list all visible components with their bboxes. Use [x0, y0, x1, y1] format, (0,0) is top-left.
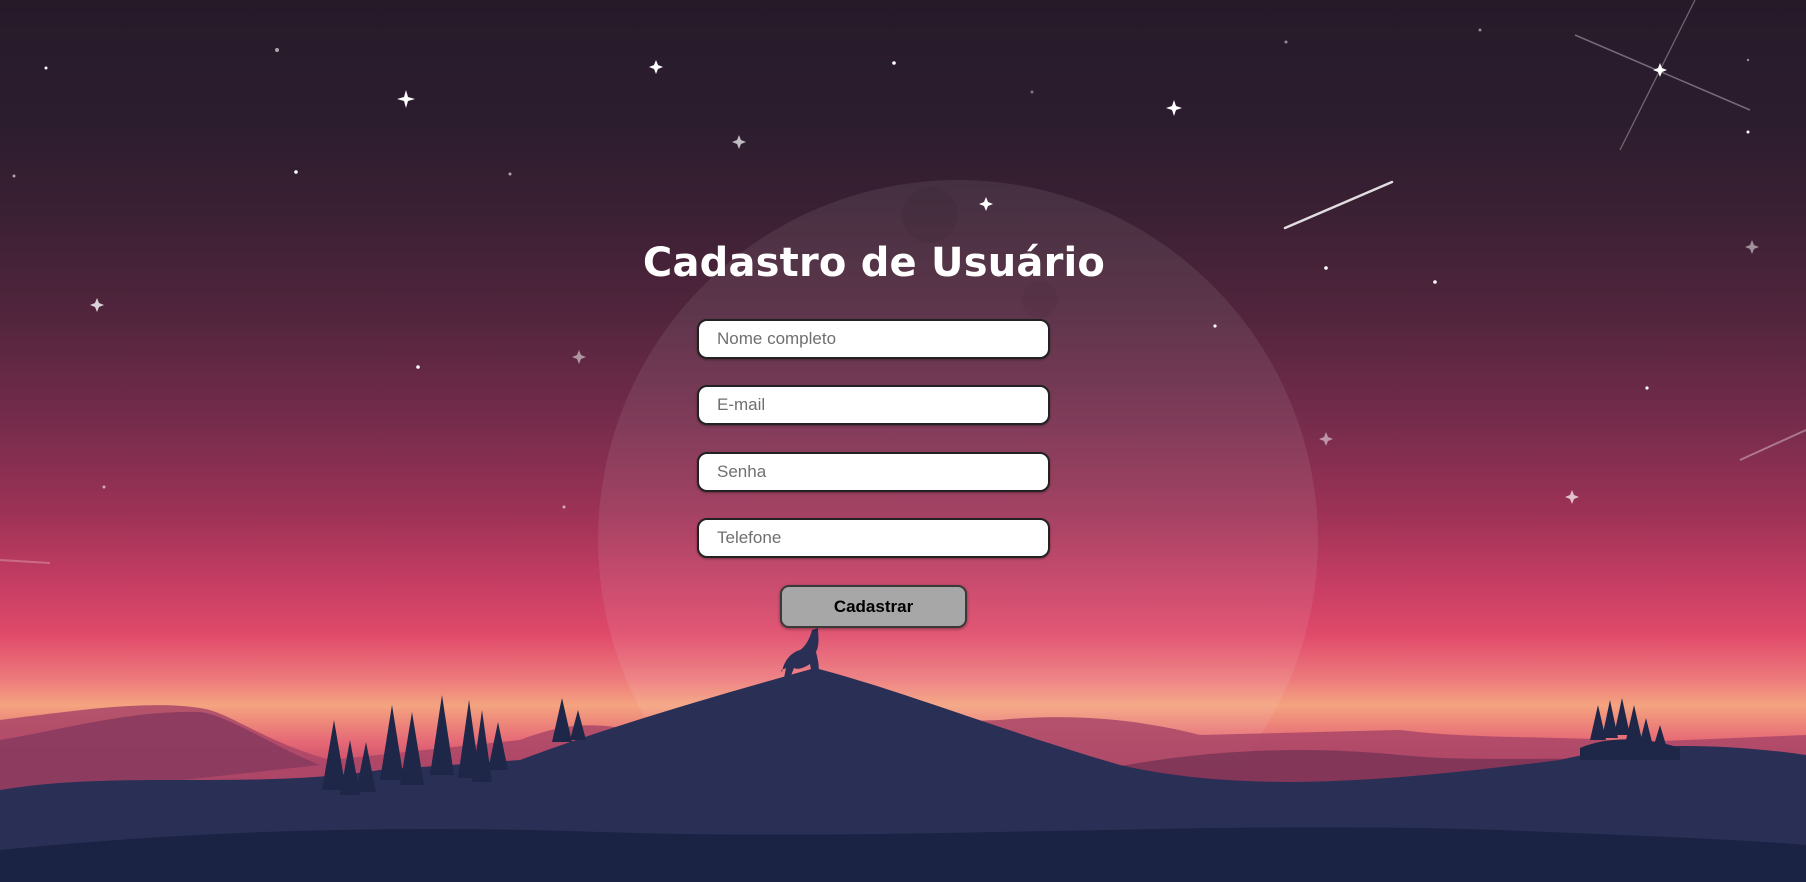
- register-button[interactable]: Cadastrar: [780, 585, 967, 628]
- phone-input[interactable]: [697, 518, 1050, 558]
- registration-form: Cadastro de Usuário Cadastrar: [0, 0, 1806, 882]
- page-title: Cadastro de Usuário: [642, 240, 1106, 286]
- full-name-input[interactable]: [697, 319, 1050, 359]
- email-input[interactable]: [697, 385, 1050, 425]
- password-input[interactable]: [697, 452, 1050, 492]
